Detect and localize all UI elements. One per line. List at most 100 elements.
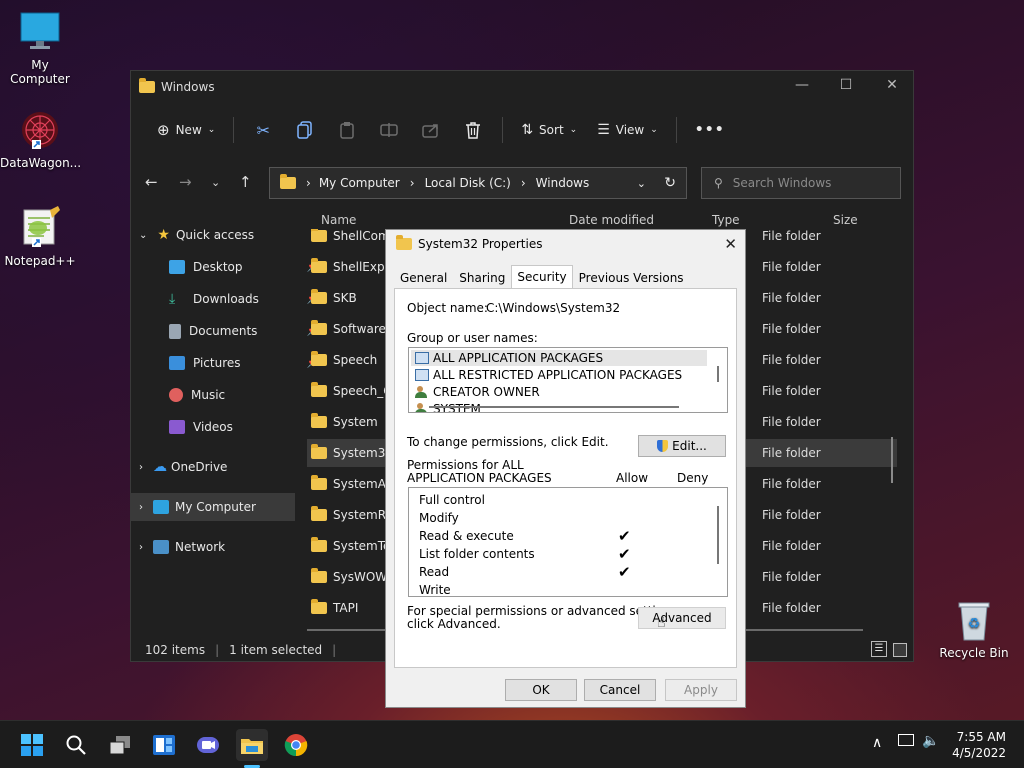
address-bar[interactable]: › My Computer › Local Disk (C:) › Window… xyxy=(269,167,687,199)
up-arrow-icon[interactable]: ↑ xyxy=(239,173,252,191)
properties-dialog[interactable]: System32 Properties ✕ General Sharing Se… xyxy=(385,229,746,708)
system-clock[interactable]: 7:55 AM 4/5/2022 xyxy=(952,729,1006,761)
permission-list-folder-contents: List folder contents xyxy=(419,547,535,561)
column-header-type[interactable]: Type xyxy=(712,213,740,227)
monitor-icon xyxy=(153,500,169,514)
chevron-down-icon: ⌄ xyxy=(207,125,216,135)
sidebar-item-my-computer[interactable]: › My Computer xyxy=(131,493,295,521)
file-name: SKB xyxy=(333,291,357,305)
sidebar-item-desktop[interactable]: Desktop 📌 xyxy=(131,253,325,281)
file-name: System xyxy=(333,415,378,429)
advanced-button[interactable]: Advanced xyxy=(638,607,726,629)
minimize-button[interactable]: — xyxy=(779,77,825,93)
sidebar-label: Network xyxy=(175,540,226,554)
delete-icon[interactable] xyxy=(459,116,487,144)
list-item[interactable]: ALL RESTRICTED APPLICATION PACKAGES xyxy=(415,368,682,382)
chrome-icon xyxy=(284,734,308,757)
uac-shield-icon xyxy=(657,440,669,452)
address-dropdown-icon[interactable]: ⌄ xyxy=(637,177,646,190)
volume-icon[interactable]: 🔈 xyxy=(922,733,939,749)
tab-general[interactable]: General xyxy=(394,267,453,289)
desktop-icon-my-computer[interactable]: My Computer xyxy=(0,10,80,86)
start-button[interactable] xyxy=(16,729,48,761)
widgets-button[interactable] xyxy=(148,729,180,761)
close-dialog-icon[interactable]: ✕ xyxy=(724,235,737,253)
sidebar-item-videos[interactable]: Videos xyxy=(131,413,325,441)
tab-sharing[interactable]: Sharing xyxy=(453,267,511,289)
cancel-button[interactable]: Cancel xyxy=(584,679,656,701)
rename-icon[interactable] xyxy=(375,116,403,144)
sort-button[interactable]: ⇅ Sort ⌄ xyxy=(511,116,587,144)
file-explorer-taskbar-button[interactable] xyxy=(236,729,268,761)
group-names-label: Group or user names: xyxy=(407,331,538,345)
column-header-size[interactable]: Size xyxy=(833,213,858,227)
ok-button[interactable]: OK xyxy=(505,679,577,701)
star-icon: ★ xyxy=(157,227,170,243)
sidebar-item-downloads[interactable]: ⤓ Downloads 📌 xyxy=(131,285,325,313)
column-header-name[interactable]: Name xyxy=(321,213,356,227)
desktop-icon-datawagon[interactable]: DataWagon... xyxy=(0,108,81,170)
list-horizontal-scrollbar[interactable] xyxy=(429,406,679,408)
refresh-icon[interactable]: ↻ xyxy=(664,175,676,191)
show-hidden-icons-chevron-icon[interactable]: ∧ xyxy=(872,735,882,751)
task-view-button[interactable] xyxy=(104,729,136,761)
notepadpp-icon xyxy=(18,206,62,250)
list-item[interactable]: ALL APPLICATION PACKAGES xyxy=(415,351,603,365)
breadcrumb-item[interactable]: Windows xyxy=(536,176,590,190)
vertical-scrollbar[interactable] xyxy=(891,437,893,483)
file-type: File folder xyxy=(762,291,821,305)
tab-security[interactable]: Security xyxy=(511,265,573,289)
tiles-view-icon[interactable] xyxy=(893,643,907,657)
teams-chat-button[interactable] xyxy=(192,729,224,761)
tab-previous-versions[interactable]: Previous Versions xyxy=(573,267,690,289)
list-item[interactable]: CREATOR OWNER xyxy=(415,385,540,399)
close-window-button[interactable]: ✕ xyxy=(869,77,915,93)
sidebar-item-network[interactable]: › Network xyxy=(131,533,295,561)
toolbar-divider xyxy=(675,117,677,143)
file-type: File folder xyxy=(762,601,821,615)
maximize-button[interactable]: ☐ xyxy=(823,77,869,93)
forward-arrow-icon[interactable]: → xyxy=(179,173,192,191)
sidebar-item-quick-access[interactable]: ⌄ ★ Quick access xyxy=(131,221,295,249)
search-input[interactable]: ⚲ Search Windows xyxy=(701,167,901,199)
share-icon[interactable] xyxy=(417,116,445,144)
desktop-icon-notepadpp[interactable]: Notepad++ xyxy=(0,206,80,268)
dialog-titlebar[interactable]: System32 Properties xyxy=(396,235,542,251)
copy-icon[interactable] xyxy=(291,116,319,144)
paste-icon[interactable] xyxy=(333,116,361,144)
edit-button[interactable]: Edit... xyxy=(638,435,726,457)
more-options-button[interactable]: ••• xyxy=(685,116,735,144)
view-button[interactable]: ☰ View ⌄ xyxy=(587,116,668,144)
list-vertical-scrollbar[interactable] xyxy=(717,366,719,382)
file-type: File folder xyxy=(762,508,821,522)
chrome-button[interactable] xyxy=(280,729,312,761)
network-status-icon[interactable] xyxy=(898,734,914,746)
group-names-list[interactable]: ALL APPLICATION PACKAGES ALL RESTRICTED … xyxy=(408,347,728,413)
recent-chevron-icon[interactable]: ⌄ xyxy=(211,176,220,189)
sort-arrows-icon: ⇅ xyxy=(521,122,534,138)
tab-strip: General Sharing Security Previous Versio… xyxy=(394,265,690,289)
breadcrumb-item[interactable]: Local Disk (C:) xyxy=(425,176,511,190)
new-button[interactable]: ⊕ New ⌄ xyxy=(147,115,225,145)
column-header-date[interactable]: Date modified xyxy=(569,213,654,227)
cut-icon[interactable]: ✂ xyxy=(249,116,277,144)
desktop-icon-recycle-bin[interactable]: ♻ Recycle Bin xyxy=(934,598,1014,660)
details-view-icon[interactable]: ☰ xyxy=(871,641,887,657)
sidebar-item-documents[interactable]: Documents 📌 xyxy=(131,317,325,345)
sidebar-label: My Computer xyxy=(175,500,256,514)
desktop-icon-label: Notepad++ xyxy=(4,254,76,268)
sidebar-label: Videos xyxy=(193,420,233,434)
apply-button[interactable]: Apply xyxy=(665,679,737,701)
permissions-list[interactable]: Full control Modify Read & execute ✔ Lis… xyxy=(408,487,728,597)
breadcrumb-item[interactable]: My Computer xyxy=(319,176,400,190)
pictures-icon xyxy=(169,356,185,370)
back-arrow-icon[interactable]: ← xyxy=(145,173,158,191)
sidebar-item-onedrive[interactable]: › ☁ OneDrive xyxy=(131,453,295,481)
sidebar-item-music[interactable]: Music xyxy=(131,381,325,409)
sidebar-item-pictures[interactable]: Pictures 📌 xyxy=(131,349,325,377)
music-note-icon xyxy=(169,388,183,402)
datawagon-logo-icon xyxy=(18,108,62,152)
folder-icon xyxy=(311,289,327,304)
taskbar-search-button[interactable] xyxy=(60,729,92,761)
permissions-scrollbar[interactable] xyxy=(717,506,719,564)
